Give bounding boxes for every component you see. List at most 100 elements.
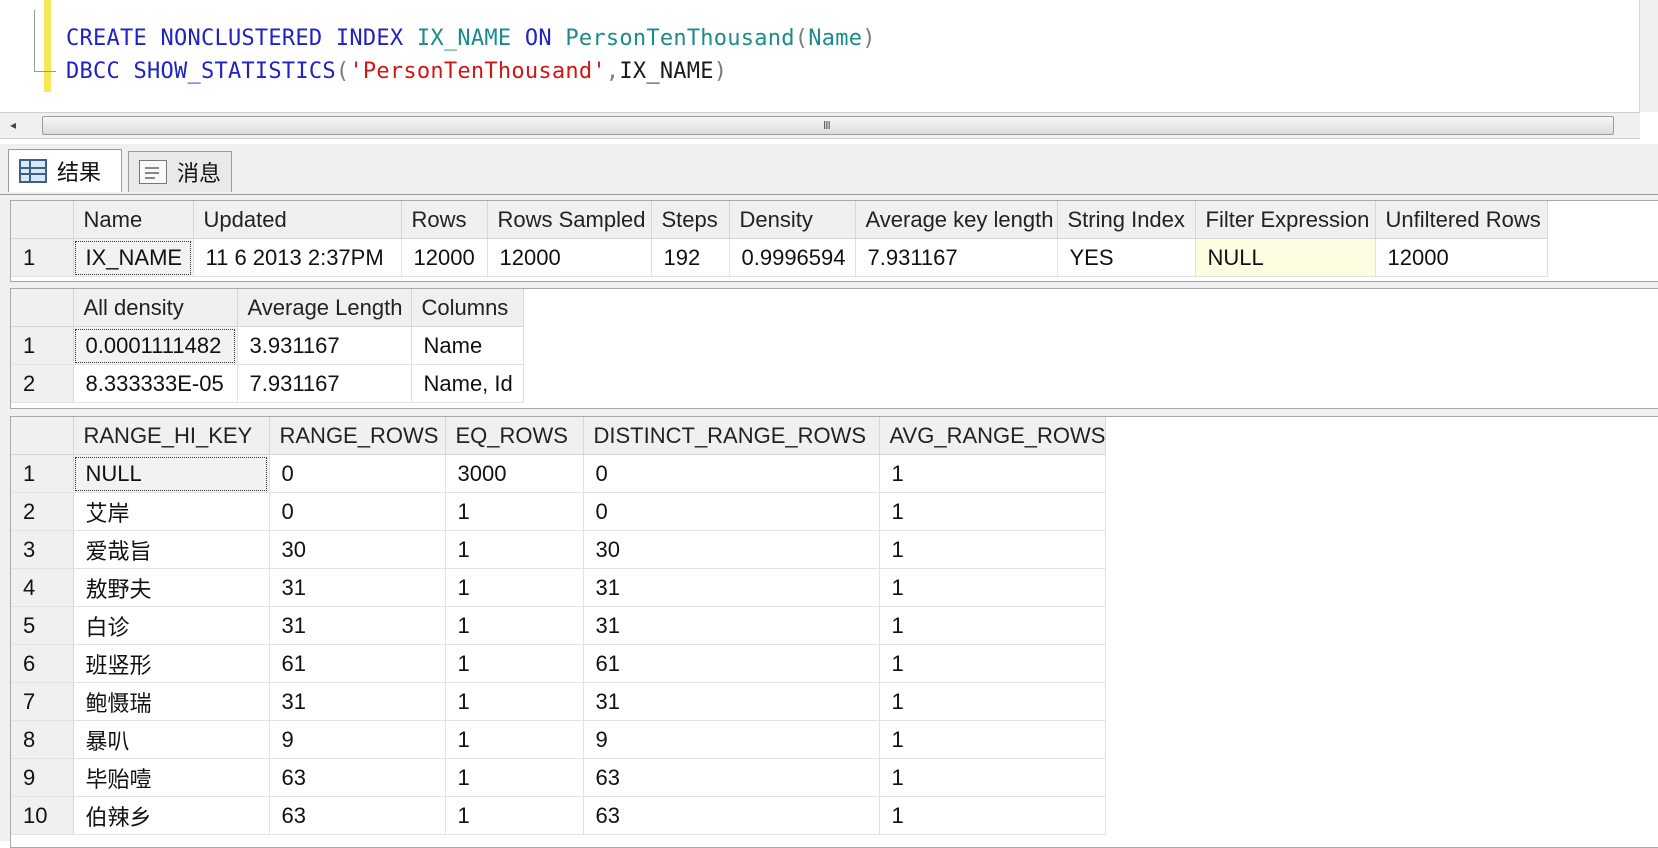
table-row[interactable]: 10 伯辣乡 63 1 63 1: [11, 796, 1107, 835]
table-cell[interactable]: 1: [445, 720, 584, 759]
table-cell[interactable]: 7.931167: [855, 238, 1058, 277]
table-cell[interactable]: 31: [269, 606, 446, 645]
table-cell[interactable]: 61: [269, 644, 446, 683]
table-cell[interactable]: 30: [269, 530, 446, 569]
table-cell[interactable]: 0.9996594: [729, 238, 856, 277]
row-number[interactable]: 8: [11, 720, 74, 759]
table-row[interactable]: 1 IX_NAME 11 6 2013 2:37PM 12000 12000 1…: [11, 238, 1658, 277]
table-cell[interactable]: 1: [445, 530, 584, 569]
table-row[interactable]: 4 敖野夫 31 1 31 1: [11, 568, 1107, 607]
row-number[interactable]: 5: [11, 606, 74, 645]
table-cell[interactable]: 12000: [487, 238, 652, 277]
table-row[interactable]: 6 班竖形 61 1 61 1: [11, 644, 1107, 683]
column-header[interactable]: Average Length: [237, 289, 412, 327]
table-cell[interactable]: 0.0001111482: [73, 326, 238, 365]
table-cell[interactable]: 31: [583, 606, 880, 645]
table-row[interactable]: 3 爱哉旨 30 1 30 1: [11, 530, 1107, 569]
table-cell[interactable]: 暴叭: [73, 720, 270, 759]
table-cell[interactable]: 爱哉旨: [73, 530, 270, 569]
table-cell[interactable]: NULL: [1195, 238, 1376, 277]
table-cell[interactable]: 0: [583, 492, 880, 531]
table-cell[interactable]: 1: [445, 796, 584, 835]
table-cell[interactable]: 0: [583, 454, 880, 493]
table-cell[interactable]: 63: [269, 758, 446, 797]
table-cell[interactable]: YES: [1057, 238, 1196, 277]
tab-messages[interactable]: 消息: [128, 151, 232, 192]
column-header[interactable]: Rows: [401, 201, 488, 239]
table-cell[interactable]: 192: [651, 238, 730, 277]
table-row[interactable]: 2 艾岸 0 1 0 1: [11, 492, 1107, 531]
table-cell[interactable]: 1: [879, 606, 1107, 645]
table-cell[interactable]: Name, Id: [411, 364, 524, 403]
table-cell[interactable]: 12000: [1375, 238, 1548, 277]
row-number[interactable]: 1: [11, 326, 74, 365]
editor-vertical-scrollbar[interactable]: [1639, 0, 1658, 112]
table-cell[interactable]: 1: [879, 720, 1107, 759]
scrollbar-thumb[interactable]: III: [42, 116, 1614, 135]
table-cell[interactable]: 63: [269, 796, 446, 835]
table-cell[interactable]: 1: [879, 682, 1107, 721]
table-cell[interactable]: 伯辣乡: [73, 796, 270, 835]
table-cell[interactable]: 1: [879, 568, 1107, 607]
scroll-left-arrow-icon[interactable]: ◂: [4, 116, 22, 134]
column-header[interactable]: Columns: [411, 289, 524, 327]
column-header[interactable]: String Index: [1057, 201, 1196, 239]
table-cell[interactable]: 9: [269, 720, 446, 759]
row-number[interactable]: 7: [11, 682, 74, 721]
table-cell[interactable]: 61: [583, 644, 880, 683]
table-cell[interactable]: 12000: [401, 238, 488, 277]
table-row[interactable]: 8 暴叭 9 1 9 1: [11, 720, 1107, 759]
column-header[interactable]: AVG_RANGE_ROWS: [879, 417, 1107, 455]
table-cell[interactable]: 11 6 2013 2:37PM: [193, 238, 402, 277]
table-cell[interactable]: IX_NAME: [73, 238, 194, 277]
row-number[interactable]: 1: [11, 238, 74, 277]
table-row[interactable]: 5 白诊 31 1 31 1: [11, 606, 1107, 645]
table-cell[interactable]: 1: [879, 530, 1107, 569]
table-row[interactable]: 7 鲍慑瑞 31 1 31 1: [11, 682, 1107, 721]
row-number[interactable]: 3: [11, 530, 74, 569]
table-cell[interactable]: 31: [269, 568, 446, 607]
table-cell[interactable]: 1: [445, 758, 584, 797]
table-cell[interactable]: 鲍慑瑞: [73, 682, 270, 721]
table-cell[interactable]: 1: [445, 568, 584, 607]
column-header[interactable]: Density: [729, 201, 856, 239]
column-header[interactable]: Updated: [193, 201, 402, 239]
row-number-header[interactable]: [11, 417, 74, 455]
row-number-header[interactable]: [11, 289, 74, 327]
table-cell[interactable]: 3000: [445, 454, 584, 493]
row-number-header[interactable]: [11, 201, 74, 239]
table-cell[interactable]: 敖野夫: [73, 568, 270, 607]
table-cell[interactable]: 63: [583, 758, 880, 797]
table-cell[interactable]: 班竖形: [73, 644, 270, 683]
table-cell[interactable]: 毕贻噎: [73, 758, 270, 797]
table-cell[interactable]: 7.931167: [237, 364, 412, 403]
table-cell[interactable]: Name: [411, 326, 524, 365]
table-cell[interactable]: 1: [445, 644, 584, 683]
column-header[interactable]: RANGE_HI_KEY: [73, 417, 270, 455]
table-cell[interactable]: 1: [879, 796, 1107, 835]
row-number[interactable]: 9: [11, 758, 74, 797]
table-cell[interactable]: 1: [879, 454, 1107, 493]
table-row[interactable]: 9 毕贻噎 63 1 63 1: [11, 758, 1107, 797]
column-header[interactable]: Rows Sampled: [487, 201, 652, 239]
column-header[interactable]: All density: [73, 289, 238, 327]
editor-horizontal-scrollbar[interactable]: ◂ III: [0, 112, 1640, 139]
table-cell[interactable]: 1: [445, 682, 584, 721]
table-cell[interactable]: 白诊: [73, 606, 270, 645]
row-number[interactable]: 2: [11, 492, 74, 531]
table-cell[interactable]: 0: [269, 492, 446, 531]
column-header[interactable]: EQ_ROWS: [445, 417, 584, 455]
column-header[interactable]: Name: [73, 201, 194, 239]
table-cell[interactable]: 艾岸: [73, 492, 270, 531]
query-editor[interactable]: CREATE NONCLUSTERED INDEX IX_NAME ON Per…: [0, 0, 1658, 112]
code-line-1[interactable]: CREATE NONCLUSTERED INDEX IX_NAME ON Per…: [66, 26, 876, 51]
table-row[interactable]: 2 8.333333E-05 7.931167 Name, Id: [11, 364, 524, 403]
table-cell[interactable]: NULL: [73, 454, 270, 493]
table-row[interactable]: 1 0.0001111482 3.931167 Name: [11, 326, 524, 365]
table-cell[interactable]: 30: [583, 530, 880, 569]
column-header[interactable]: Average key length: [855, 201, 1058, 239]
table-cell[interactable]: 9: [583, 720, 880, 759]
table-cell[interactable]: 1: [879, 644, 1107, 683]
table-cell[interactable]: 1: [445, 606, 584, 645]
table-cell[interactable]: 3.931167: [237, 326, 412, 365]
